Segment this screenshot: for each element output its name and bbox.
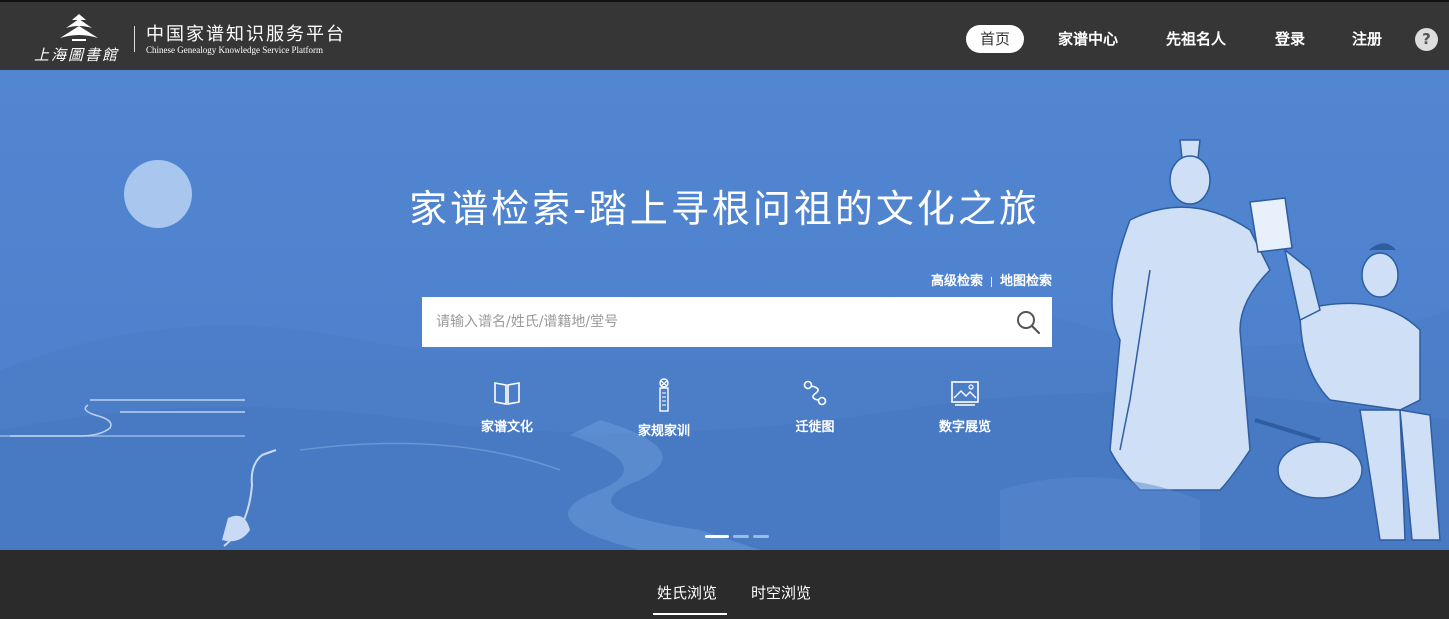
book-icon	[494, 382, 520, 405]
tab-surname-browse[interactable]: 姓氏浏览	[657, 582, 717, 603]
carousel-dot[interactable]	[733, 535, 749, 538]
nav-ancestors[interactable]: 先祖名人	[1152, 25, 1240, 53]
picture-icon	[951, 381, 979, 406]
nav-home[interactable]: 首页	[966, 25, 1025, 53]
nav-login[interactable]: 登录	[1261, 25, 1319, 53]
quick-link-migration-map[interactable]: 迁徙图	[765, 378, 865, 435]
quick-link-label: 迁徙图	[795, 420, 835, 435]
hero-banner: 家谱检索-踏上寻根问祖的文化之旅 高级检索地图检索 家谱文化 家规家训 迁	[0, 70, 1449, 550]
search-input[interactable]	[422, 297, 1002, 347]
banner-headline: 家谱检索-踏上寻根问祖的文化之旅	[409, 187, 1040, 231]
scroll-icon	[659, 378, 669, 412]
quick-link-genealogy-culture[interactable]: 家谱文化	[457, 378, 557, 435]
active-tab-indicator	[653, 613, 727, 615]
advanced-search-link[interactable]: 高级检索	[931, 274, 983, 289]
search-box	[422, 297, 1052, 347]
quick-link-digital-exhibition[interactable]: 数字展览	[915, 378, 1015, 435]
quick-link-family-rules[interactable]: 家规家训	[614, 378, 714, 439]
top-header: 上海圖書館 中国家谱知识服务平台 Chinese Genealogy Knowl…	[0, 0, 1449, 70]
quick-link-label: 数字展览	[938, 420, 991, 435]
tab-spacetime-browse[interactable]: 时空浏览	[751, 582, 811, 603]
map-search-link[interactable]: 地图检索	[1000, 274, 1052, 289]
quick-link-label: 家谱文化	[480, 420, 533, 435]
search-links: 高级检索 地图检索	[852, 270, 1052, 289]
nav-register[interactable]: 注册	[1338, 25, 1396, 53]
carousel-dot[interactable]	[753, 535, 769, 538]
nav-genealogy-center[interactable]: 家谱中心	[1044, 25, 1132, 53]
browse-tabs: 姓氏浏览 时空浏览	[0, 550, 1449, 619]
quick-link-label: 家规家训	[637, 424, 690, 439]
search-icon[interactable]	[1012, 306, 1044, 338]
link-separator	[990, 276, 992, 287]
route-icon	[803, 380, 827, 406]
main-nav: 首页 家谱中心 先祖名人 登录 注册	[0, 25, 1449, 53]
carousel-dot-active[interactable]	[705, 535, 729, 538]
help-icon[interactable]: ?	[1415, 28, 1438, 51]
